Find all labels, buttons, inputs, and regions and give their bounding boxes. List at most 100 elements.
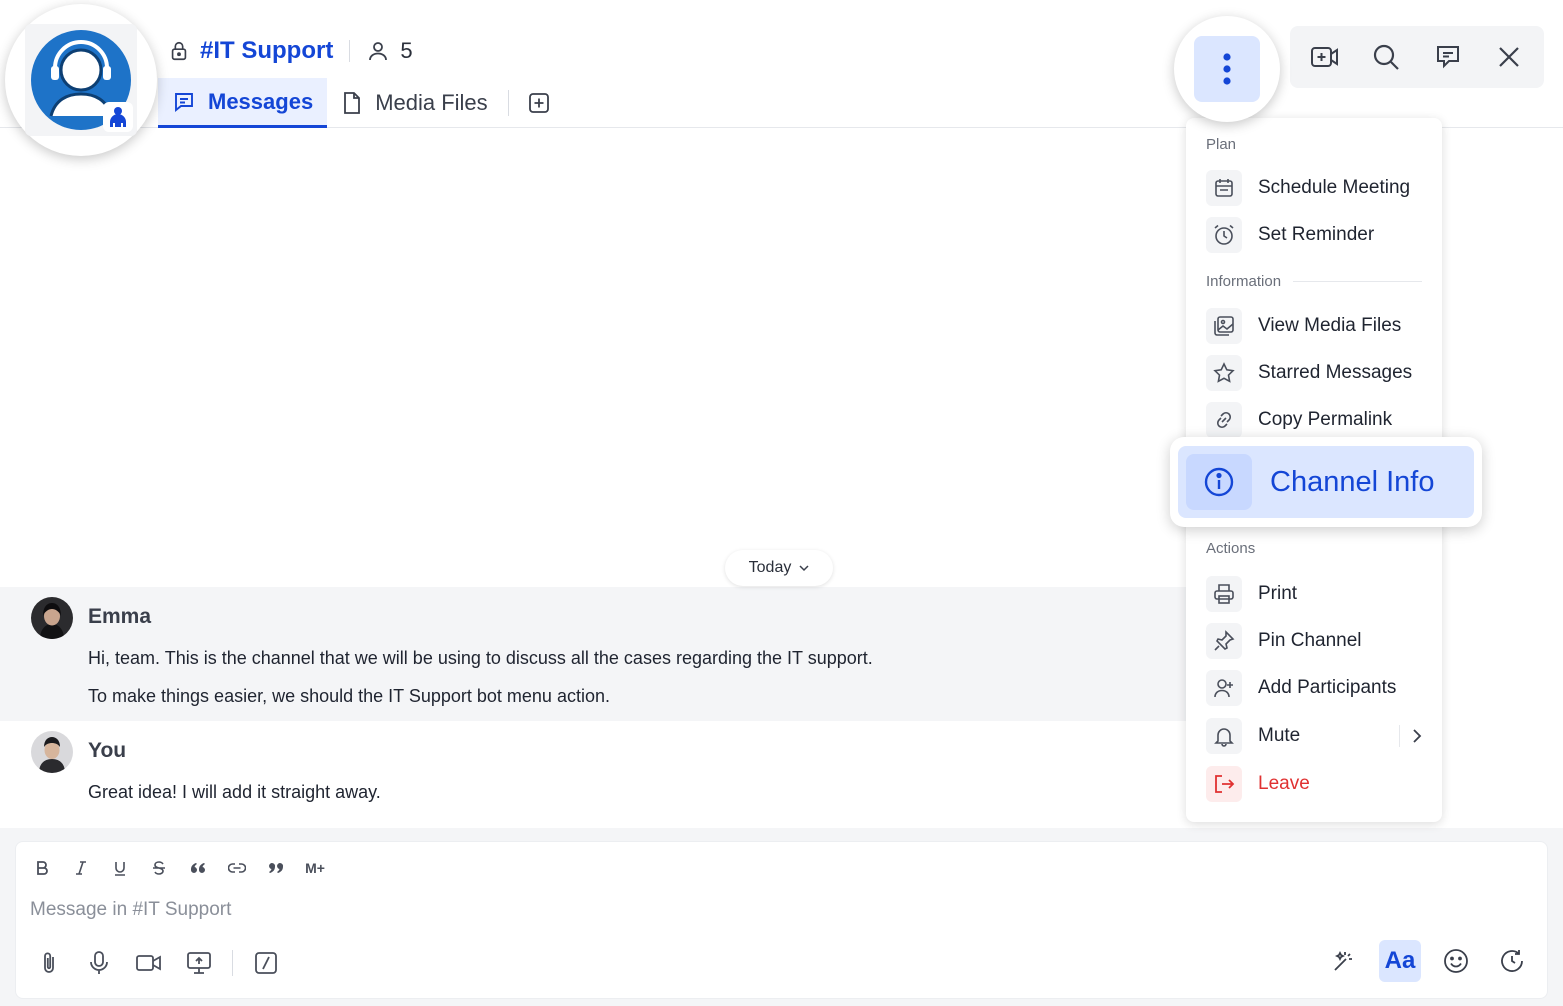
menu-item-schedule-meeting[interactable]: Schedule Meeting xyxy=(1206,168,1422,208)
message-composer: M+ Message in #IT Support Aa xyxy=(15,841,1548,999)
add-user-icon xyxy=(1206,670,1242,706)
video-camera-icon xyxy=(136,953,162,973)
quote-close-icon xyxy=(268,862,284,874)
close-button[interactable] xyxy=(1485,33,1533,81)
channel-header: #IT Support 5 Messages Media Files xyxy=(0,0,1563,128)
link-icon xyxy=(228,863,246,873)
bell-icon xyxy=(1206,718,1242,754)
ai-assist-button[interactable] xyxy=(1323,940,1365,982)
menu-item-label: Leave xyxy=(1258,773,1310,794)
thread-icon xyxy=(1435,44,1461,70)
bot-badge xyxy=(103,102,133,132)
chevron-down-icon xyxy=(799,564,809,572)
menu-item-print[interactable]: Print xyxy=(1206,574,1422,614)
search-icon xyxy=(1372,43,1400,71)
chevron-right-icon xyxy=(1412,728,1422,744)
channel-tabs: Messages Media Files xyxy=(158,78,563,128)
video-message-button[interactable] xyxy=(132,946,166,980)
channel-avatar-magnified xyxy=(5,4,157,156)
bold-button[interactable] xyxy=(28,856,56,880)
start-video-call-button[interactable] xyxy=(1301,33,1349,81)
message-input[interactable] xyxy=(30,894,1530,926)
slash-command-button[interactable] xyxy=(249,946,283,980)
message-group[interactable]: Emma Hi, team. This is the channel that … xyxy=(0,587,1186,721)
voice-message-button[interactable] xyxy=(82,946,116,980)
message-author[interactable]: You xyxy=(88,739,126,763)
emoji-button[interactable] xyxy=(1435,940,1477,982)
menu-item-pin-channel[interactable]: Pin Channel xyxy=(1206,621,1422,661)
tab-media-files[interactable]: Media Files xyxy=(327,78,501,128)
microphone-icon xyxy=(89,951,109,975)
section-label: Actions xyxy=(1206,540,1256,557)
attachment-toolbar xyxy=(32,946,283,980)
underline-button[interactable] xyxy=(106,856,134,880)
message-author[interactable]: Emma xyxy=(88,605,151,629)
member-count[interactable]: 5 xyxy=(400,38,412,64)
team-icon xyxy=(106,105,130,129)
markdown-button[interactable]: M+ xyxy=(301,856,329,880)
video-add-icon xyxy=(1310,44,1340,70)
clock-refresh-icon xyxy=(1499,948,1525,974)
channel-avatar[interactable] xyxy=(25,24,137,136)
tab-divider xyxy=(507,90,509,116)
channel-name[interactable]: #IT Support xyxy=(200,37,333,65)
submenu-divider xyxy=(1399,725,1400,747)
format-toolbar: M+ xyxy=(28,856,329,880)
plus-square-icon xyxy=(527,91,551,115)
quote-close-button[interactable] xyxy=(262,856,290,880)
slash-command-icon xyxy=(255,952,277,974)
members-icon[interactable] xyxy=(366,39,390,63)
section-label: Information xyxy=(1206,273,1282,290)
menu-item-label: Mute xyxy=(1258,725,1301,746)
submenu-indicator xyxy=(1399,725,1422,747)
close-icon xyxy=(1497,45,1521,69)
search-button[interactable] xyxy=(1362,33,1410,81)
section-divider xyxy=(1293,281,1422,282)
menu-section-information: Information xyxy=(1206,273,1422,290)
menu-item-copy-permalink[interactable]: Copy Permalink xyxy=(1206,400,1422,440)
link-button[interactable] xyxy=(223,856,251,880)
attach-file-button[interactable] xyxy=(32,946,66,980)
menu-item-channel-info[interactable]: Channel Info xyxy=(1178,446,1474,518)
message-group[interactable]: You Great idea! I will add it straight a… xyxy=(0,721,1186,829)
avatar[interactable] xyxy=(31,597,73,639)
date-divider-label: Today xyxy=(748,559,792,576)
menu-item-set-reminder[interactable]: Set Reminder xyxy=(1206,215,1422,255)
menu-section-plan: Plan xyxy=(1206,136,1422,153)
strikethrough-icon xyxy=(152,861,166,875)
screen-share-icon xyxy=(187,952,211,974)
avatar[interactable] xyxy=(31,731,73,773)
threads-button[interactable] xyxy=(1424,33,1472,81)
add-tab-button[interactable] xyxy=(515,78,563,128)
tab-label: Media Files xyxy=(375,90,488,115)
menu-item-label: Copy Permalink xyxy=(1258,409,1393,430)
menu-item-leave[interactable]: Leave xyxy=(1206,764,1422,804)
italic-button[interactable] xyxy=(67,856,95,880)
menu-item-label: View Media Files xyxy=(1258,315,1402,336)
menu-item-mute[interactable]: Mute xyxy=(1206,716,1422,756)
menu-item-view-media-files[interactable]: View Media Files xyxy=(1206,306,1422,346)
chat-icon xyxy=(172,90,196,114)
text-format-toggle[interactable]: Aa xyxy=(1379,940,1421,982)
exit-icon xyxy=(1206,766,1242,802)
menu-item-label: Add Participants xyxy=(1258,677,1397,698)
menu-section-actions: Actions xyxy=(1206,540,1422,557)
more-options-button[interactable] xyxy=(1194,36,1260,102)
magic-wand-icon xyxy=(1332,949,1356,973)
menu-item-add-participants[interactable]: Add Participants xyxy=(1206,668,1422,708)
screen-share-button[interactable] xyxy=(182,946,216,980)
tab-label: Messages xyxy=(208,88,314,114)
date-divider[interactable]: Today xyxy=(725,550,833,586)
tab-messages[interactable]: Messages xyxy=(158,78,328,128)
menu-item-starred-messages[interactable]: Starred Messages xyxy=(1206,353,1422,393)
strikethrough-button[interactable] xyxy=(145,856,173,880)
quote-open-button[interactable] xyxy=(184,856,212,880)
bold-icon xyxy=(36,861,48,875)
message-text: To make things easier, we should the IT … xyxy=(88,686,610,706)
underline-icon xyxy=(114,861,126,876)
printer-icon xyxy=(1206,576,1242,612)
schedule-send-button[interactable] xyxy=(1491,940,1533,982)
menu-item-label: Set Reminder xyxy=(1258,224,1375,245)
header-toolbar xyxy=(1290,26,1544,88)
channel-info-magnified: Channel Info xyxy=(1170,437,1482,527)
